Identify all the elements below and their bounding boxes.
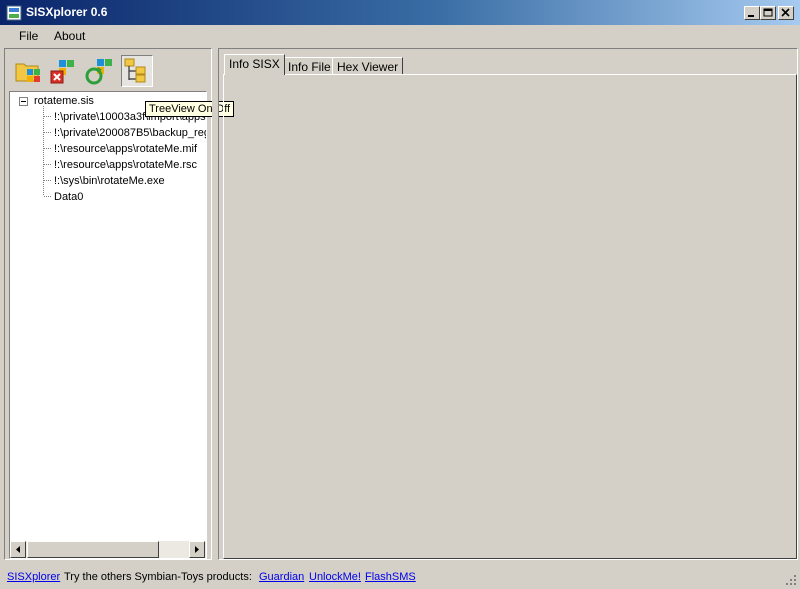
status-bar: SISXplorer Try the others Symbian-Toys p… <box>0 566 800 589</box>
arrow-left-icon <box>16 546 20 553</box>
tab-hex-viewer[interactable]: Hex Viewer <box>332 57 404 75</box>
tree-item[interactable]: !:\sys\bin\rotateMe.exe <box>54 173 165 189</box>
window-title: SISXplorer 0.6 <box>26 5 108 19</box>
scroll-left-button[interactable] <box>10 541 26 558</box>
tree-line <box>43 106 44 196</box>
status-message: Try the others Symbian-Toys products: <box>64 571 252 583</box>
tree-item[interactable]: !:\resource\apps\rotateMe.mif <box>54 141 197 157</box>
maximize-button[interactable] <box>760 6 776 20</box>
refresh-button[interactable] <box>83 55 115 87</box>
guardian-link[interactable]: Guardian <box>259 571 304 583</box>
right-panel: Info SISX Info File Hex Viewer <box>218 48 798 560</box>
tree-line <box>44 180 52 181</box>
scroll-right-button[interactable] <box>189 541 205 558</box>
tree-item[interactable]: !:\resource\apps\rotateMe.rsc <box>54 157 197 173</box>
arrow-right-icon <box>195 546 199 553</box>
close-button[interactable] <box>778 6 794 20</box>
left-panel: rotateme.sis !:\private\10003a3f\import\… <box>4 48 212 560</box>
tree-item[interactable]: !:\private\200087B5\backup_registration.… <box>54 125 206 141</box>
title-bar[interactable]: SISXplorer 0.6 <box>0 0 800 25</box>
flashsms-link[interactable]: FlashSMS <box>365 571 416 583</box>
tree-item[interactable]: Data0 <box>54 189 83 205</box>
scroll-thumb[interactable] <box>27 541 159 558</box>
open-folder-icon <box>15 63 40 82</box>
tree-line <box>44 196 52 197</box>
treeview-toggle-icon <box>124 58 146 83</box>
sisxplorer-link[interactable]: SISXplorer <box>7 571 60 583</box>
tree-line <box>44 148 52 149</box>
tab-content <box>223 74 797 559</box>
minimize-button[interactable] <box>744 6 760 20</box>
app-icon <box>6 5 22 21</box>
tree-line <box>44 116 52 117</box>
refresh-icon <box>85 59 112 85</box>
remove-button[interactable] <box>47 55 79 87</box>
open-button[interactable] <box>13 55 45 87</box>
tree-line <box>44 164 52 165</box>
remove-icon <box>50 60 74 84</box>
file-tree[interactable]: rotateme.sis !:\private\10003a3f\import\… <box>9 91 207 559</box>
menu-file[interactable]: File <box>19 29 38 43</box>
menu-bar: File About <box>0 25 800 46</box>
unlockme-link[interactable]: UnlockMe! <box>309 571 361 583</box>
resize-grip-icon[interactable] <box>785 574 797 586</box>
treeview-toggle-button[interactable] <box>121 55 153 87</box>
collapse-icon[interactable] <box>19 97 28 106</box>
horizontal-scrollbar[interactable] <box>10 541 206 558</box>
tab-info-file[interactable]: Info File <box>283 57 336 75</box>
tab-info-sisx[interactable]: Info SISX <box>224 54 285 75</box>
menu-about[interactable]: About <box>54 29 85 43</box>
tree-line <box>44 132 52 133</box>
